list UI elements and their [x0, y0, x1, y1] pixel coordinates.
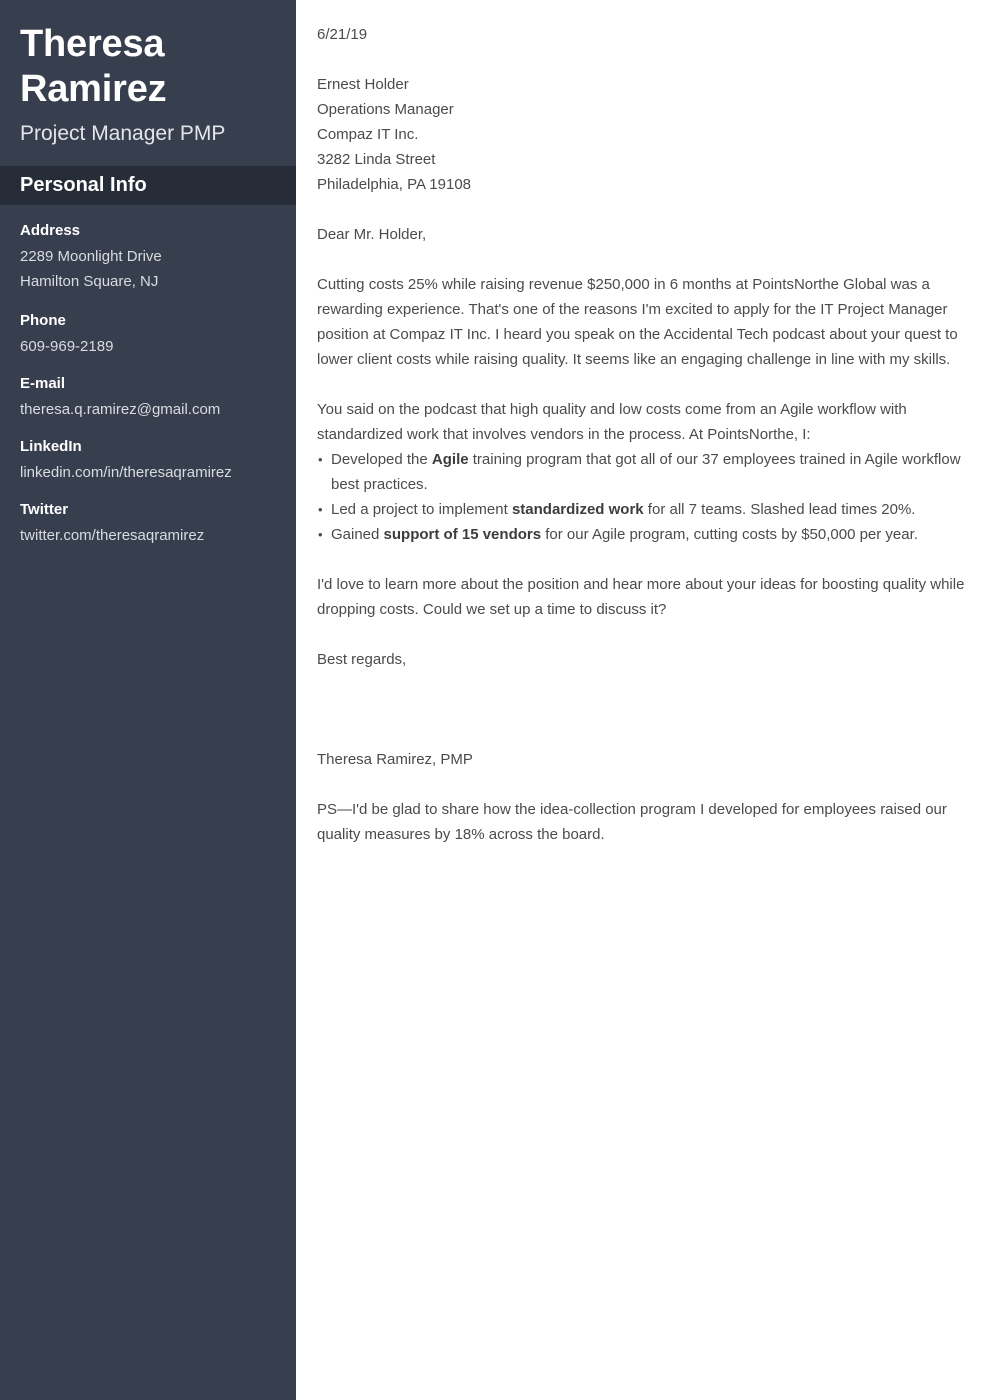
candidate-name: Theresa Ramirez: [20, 23, 167, 110]
contact-value-line-1[interactable]: theresa.q.ramirez@gmail.com: [20, 397, 276, 422]
recipient-title: Operations Manager: [317, 101, 454, 118]
contact-item-phone: Phone 609-969-2189: [20, 310, 276, 359]
contact-value-line-1: 609-969-2189: [20, 338, 114, 355]
contact-value-line-2: Hamilton Square, NJ: [20, 273, 159, 290]
contact-label: Twitter: [20, 501, 69, 518]
body-paragraph-2: You said on the podcast that high qualit…: [317, 401, 907, 443]
contact-value-line-1: 2289 Moonlight Drive: [20, 248, 162, 265]
signature-name: Theresa Ramirez, PMP: [317, 751, 473, 768]
contact-value-line-1[interactable]: linkedin.com/in/theresaqramirez: [20, 460, 276, 485]
contact-label: Address: [20, 222, 81, 239]
bullet-text-before: Gained: [331, 526, 384, 543]
contact-label: LinkedIn: [20, 438, 82, 455]
bullet-bold-phrase: Agile: [431, 451, 469, 468]
bullet-bold-phrase: standardized work: [511, 501, 644, 518]
letter-body: 6/21/19 Ernest Holder Operations Manager…: [296, 0, 990, 1400]
candidate-job-title: Project Manager PMP: [20, 122, 226, 145]
achievement-bullet-list: Developed the Agile training program tha…: [317, 447, 965, 547]
contact-label: E-mail: [20, 375, 66, 392]
cover-letter-page: Theresa Ramirez Project Manager PMP Pers…: [0, 0, 990, 1400]
salutation: Dear Mr. Holder,: [317, 226, 427, 243]
recipient-address-block: Ernest Holder Operations Manager Compaz …: [317, 72, 965, 197]
section-title: Personal Info: [20, 174, 147, 196]
recipient-city-state-zip: Philadelphia, PA 19108: [317, 176, 472, 193]
contact-item-address: Address 2289 Moonlight Drive Hamilton Sq…: [20, 220, 276, 294]
recipient-street: 3282 Linda Street: [317, 151, 436, 168]
list-item: Gained support of 15 vendors for our Agi…: [317, 522, 965, 547]
bullet-text-after: for our Agile program, cutting costs by …: [541, 526, 918, 543]
sidebar: Theresa Ramirez Project Manager PMP Pers…: [0, 0, 296, 1400]
letter-date: 6/21/19: [317, 26, 368, 43]
contact-item-twitter[interactable]: Twitter twitter.com/theresaqramirez: [20, 499, 276, 548]
bullet-text-before: Led a project to implement: [331, 501, 512, 518]
recipient-company: Compaz IT Inc.: [317, 126, 419, 143]
signature-space: [317, 672, 965, 747]
contact-value-line-1[interactable]: twitter.com/theresaqramirez: [20, 523, 276, 548]
contact-label: Phone: [20, 312, 66, 329]
list-item: Developed the Agile training program tha…: [317, 447, 965, 497]
bullet-text-after: for all 7 teams. Slashed lead times 20%.: [643, 501, 916, 518]
recipient-name: Ernest Holder: [317, 76, 409, 93]
personal-info-section-header: Personal Info: [0, 166, 296, 205]
signoff: Best regards,: [317, 651, 407, 668]
contact-list: Address 2289 Moonlight Drive Hamilton Sq…: [0, 205, 296, 562]
bullet-text-before: Developed the: [331, 451, 432, 468]
body-paragraph-3: I'd love to learn more about the positio…: [317, 576, 965, 618]
contact-item-email[interactable]: E-mail theresa.q.ramirez@gmail.com: [20, 373, 276, 422]
postscript: PS—I'd be glad to share how the idea-col…: [317, 801, 947, 843]
contact-item-linkedin[interactable]: LinkedIn linkedin.com/in/theresaqramirez: [20, 436, 276, 485]
bullet-bold-phrase: support of 15 vendors: [383, 526, 542, 543]
sidebar-header: Theresa Ramirez Project Manager PMP: [0, 0, 296, 166]
body-paragraph-1: Cutting costs 25% while raising revenue …: [317, 276, 958, 368]
list-item: Led a project to implement standardized …: [317, 497, 965, 522]
